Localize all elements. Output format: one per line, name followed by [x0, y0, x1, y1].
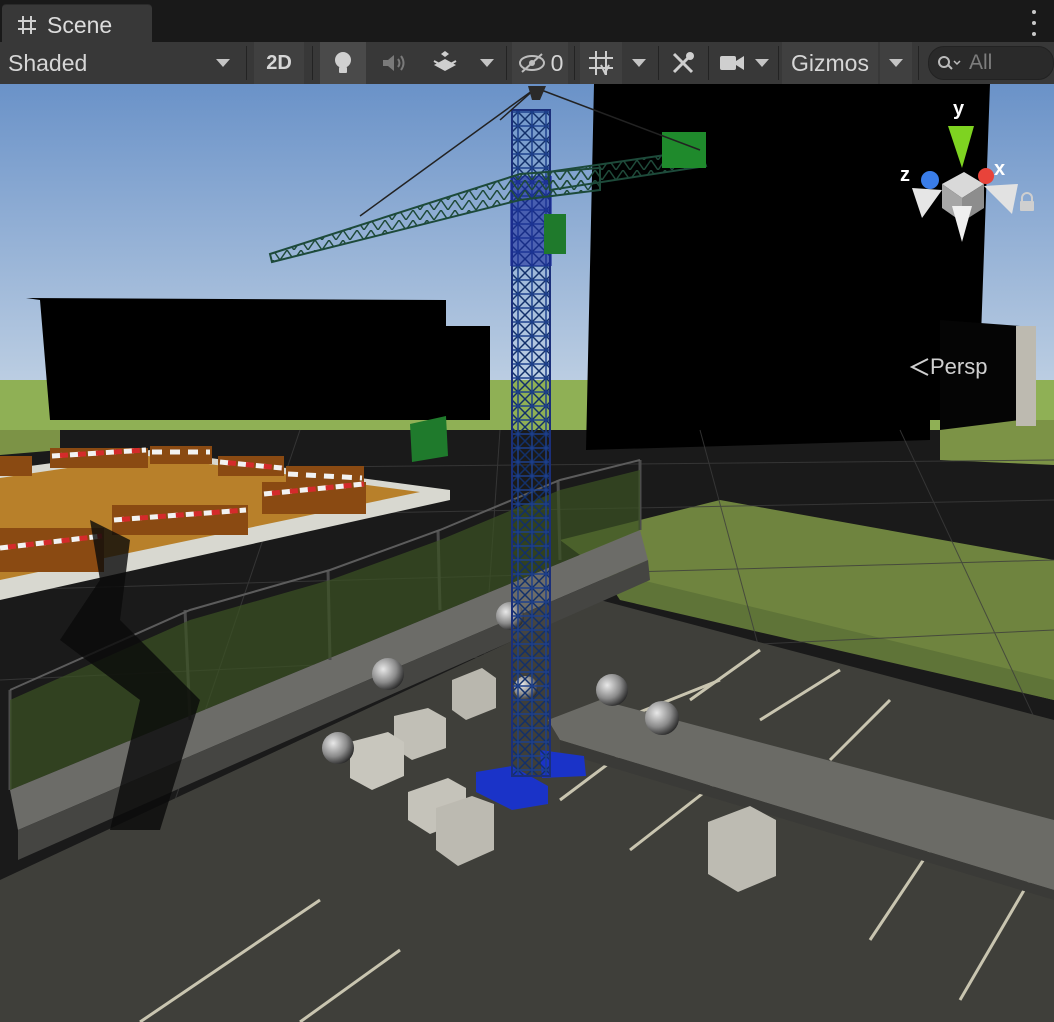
chevron-down-icon — [216, 59, 230, 67]
projection-label: Persp — [930, 354, 988, 379]
grid-snap-icon — [589, 51, 613, 76]
search-icon — [938, 56, 961, 70]
draw-mode-dropdown[interactable]: Shaded — [0, 42, 240, 84]
draw-mode-label: Shaded — [8, 49, 88, 76]
camera-dropdown[interactable] — [750, 42, 774, 84]
camera-settings-button[interactable] — [712, 42, 752, 84]
scene-visibility-button[interactable]: 0 — [512, 42, 568, 84]
effects-dropdown[interactable] — [472, 42, 502, 84]
lighting-toggle-button[interactable] — [320, 42, 366, 84]
projection-toggle[interactable]: Persp — [908, 354, 987, 380]
more-options-icon[interactable] — [1024, 10, 1044, 36]
gizmos-toggle-button[interactable]: Gizmos — [782, 42, 878, 84]
camera-icon — [720, 56, 744, 70]
gizmos-dropdown[interactable] — [880, 42, 912, 84]
lock-icon[interactable] — [1018, 192, 1036, 212]
speaker-icon — [383, 55, 405, 71]
tab-scene[interactable]: Scene — [2, 4, 152, 45]
search-field[interactable] — [928, 46, 1054, 80]
chevron-down-icon — [480, 59, 494, 67]
audio-toggle-button[interactable] — [372, 42, 418, 84]
layers-effects-icon — [433, 51, 457, 71]
window-tab-bar: Scene — [0, 0, 1054, 45]
2d-toggle-button[interactable]: 2D — [254, 42, 304, 84]
tools-icon — [672, 52, 694, 74]
scene-toolbar: Shaded 2D 0 Gizmos — [0, 42, 1054, 85]
effects-toggle-button[interactable] — [422, 42, 468, 84]
hidden-count: 0 — [550, 49, 564, 76]
gizmos-label: Gizmos — [791, 49, 869, 76]
gizmo-z-label: z — [900, 164, 910, 186]
gizmo-y-label: y — [953, 98, 965, 120]
tools-toggle-button[interactable] — [662, 42, 704, 84]
chevron-down-icon — [755, 59, 769, 67]
2d-label: 2D — [266, 51, 292, 74]
grid-toggle-button[interactable] — [580, 42, 622, 84]
chevron-left-icon — [909, 358, 929, 376]
grid-hash-icon — [18, 16, 36, 34]
search-input[interactable] — [967, 50, 1051, 76]
grid-dropdown[interactable] — [624, 42, 654, 84]
gizmo-x-label: x — [994, 158, 1006, 180]
lightbulb-icon — [335, 52, 351, 73]
chevron-down-icon — [632, 59, 646, 67]
eye-slash-icon — [518, 53, 545, 73]
scene-viewport[interactable]: y x z Persp — [0, 84, 1054, 1022]
orientation-gizmo[interactable] — [896, 102, 1026, 242]
tab-label: Scene — [47, 11, 113, 38]
chevron-down-icon — [889, 59, 903, 67]
